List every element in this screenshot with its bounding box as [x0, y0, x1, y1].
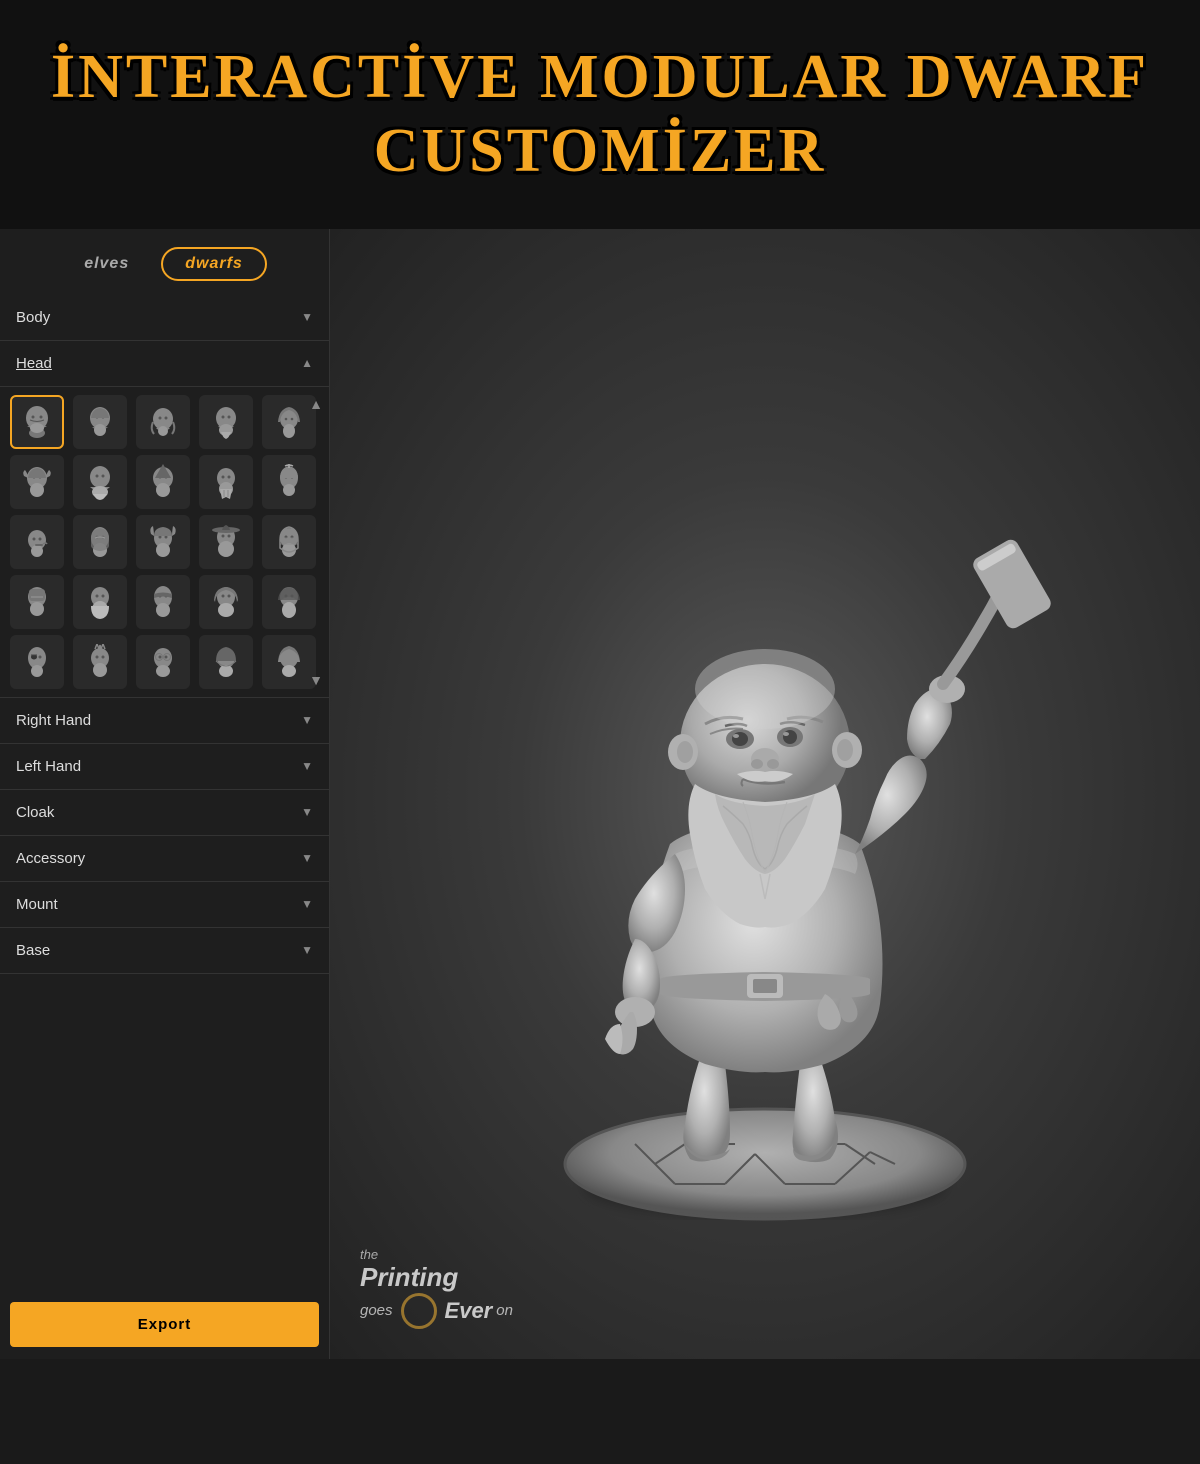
section-accessory[interactable]: Accessory ▼ [0, 836, 329, 882]
head-item-3[interactable] [199, 395, 253, 449]
watermark: the Printing goes Ever on [360, 1247, 513, 1329]
head-item-22[interactable] [136, 635, 190, 689]
head-item-6[interactable] [73, 455, 127, 509]
tab-dwarfs[interactable]: dwarfs [161, 247, 267, 281]
head-item-12[interactable] [136, 515, 190, 569]
section-right-hand-arrow: ▼ [301, 713, 313, 727]
watermark-ring [401, 1293, 437, 1329]
section-left-hand-arrow: ▼ [301, 759, 313, 773]
head-item-18[interactable] [199, 575, 253, 629]
grid-scroll-down[interactable]: ▼ [307, 671, 325, 689]
title-line-1: İNTERACTİVE MODULAR DWARF [51, 43, 1149, 111]
dwarf-figure [475, 344, 1055, 1244]
section-accessory-label: Accessory [16, 850, 85, 867]
sidebar: elves dwarfs Body ▼ Head ▲ [0, 229, 330, 1359]
head-item-19[interactable] [262, 575, 316, 629]
head-item-15[interactable] [10, 575, 64, 629]
head-item-13[interactable] [199, 515, 253, 569]
head-item-7[interactable] [136, 455, 190, 509]
head-item-17[interactable] [136, 575, 190, 629]
section-head-arrow: ▲ [301, 356, 313, 370]
watermark-goes: goes [360, 1302, 393, 1319]
export-button[interactable]: Export [10, 1302, 319, 1347]
section-cloak-arrow: ▼ [301, 805, 313, 819]
header-section: İNTERACTİVE MODULAR DWARF CUSTOMİZER [0, 0, 1200, 229]
section-mount-arrow: ▼ [301, 897, 313, 911]
head-item-11[interactable] [73, 515, 127, 569]
head-item-16[interactable] [73, 575, 127, 629]
title-line-2: CUSTOMİZER [374, 117, 827, 185]
section-mount[interactable]: Mount ▼ [0, 882, 329, 928]
section-base-label: Base [16, 942, 50, 959]
section-body-arrow: ▼ [301, 310, 313, 324]
head-item-10[interactable] [10, 515, 64, 569]
section-head[interactable]: Head ▲ [0, 341, 329, 387]
section-right-hand-label: Right Hand [16, 712, 91, 729]
head-item-9[interactable] [262, 455, 316, 509]
section-left-hand[interactable]: Left Hand ▼ [0, 744, 329, 790]
watermark-on: on [496, 1302, 513, 1319]
head-item-8[interactable] [199, 455, 253, 509]
section-body[interactable]: Body ▼ [0, 295, 329, 341]
watermark-ever: Ever [445, 1298, 493, 1324]
head-item-20[interactable] [10, 635, 64, 689]
watermark-printing: Printing [360, 1262, 458, 1293]
watermark-the: the [360, 1247, 378, 1262]
section-cloak[interactable]: Cloak ▼ [0, 790, 329, 836]
section-right-hand[interactable]: Right Hand ▼ [0, 698, 329, 744]
section-base[interactable]: Base ▼ [0, 928, 329, 974]
section-accessory-arrow: ▼ [301, 851, 313, 865]
tab-row: elves dwarfs [0, 229, 329, 295]
head-item-21[interactable] [73, 635, 127, 689]
head-grid-container: ▲ ▼ [0, 387, 329, 698]
tab-elves[interactable]: elves [62, 249, 151, 279]
head-grid [10, 395, 319, 689]
section-mount-label: Mount [16, 896, 58, 913]
grid-scroll-up[interactable]: ▲ [307, 395, 325, 413]
section-body-label: Body [16, 309, 50, 326]
head-item-1[interactable] [73, 395, 127, 449]
app-title: İNTERACTİVE MODULAR DWARF CUSTOMİZER [20, 40, 1180, 189]
head-item-14[interactable] [262, 515, 316, 569]
section-base-arrow: ▼ [301, 943, 313, 957]
head-item-5[interactable] [10, 455, 64, 509]
main-layout: elves dwarfs Body ▼ Head ▲ [0, 229, 1200, 1359]
viewer: the Printing goes Ever on [330, 229, 1200, 1359]
section-cloak-label: Cloak [16, 804, 54, 821]
section-left-hand-label: Left Hand [16, 758, 81, 775]
head-item-2[interactable] [136, 395, 190, 449]
head-item-23[interactable] [199, 635, 253, 689]
head-item-0[interactable] [10, 395, 64, 449]
section-head-label: Head [16, 355, 52, 372]
